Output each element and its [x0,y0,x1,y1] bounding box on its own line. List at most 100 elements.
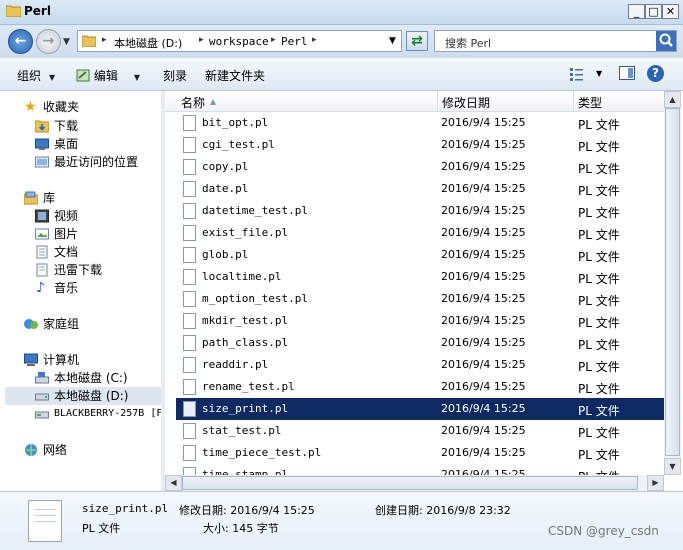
help-icon[interactable]: ? [647,65,664,82]
file-type: PL 文件 [578,316,620,330]
column-divider[interactable] [573,91,574,111]
chevron-right-icon[interactable]: ▸ [199,35,204,45]
search-button[interactable] [656,31,676,51]
file-icon [183,423,196,439]
folder-icon [6,5,21,17]
table-row[interactable]: exist_file.pl 2016/9/4 15:25 PL 文件 [176,222,664,244]
file-type: PL 文件 [578,162,620,176]
details-filename: size_print.pl [82,502,169,515]
table-row[interactable]: glob.pl 2016/9/4 15:25 PL 文件 [176,244,664,266]
address-bar[interactable]: ▸ 本地磁盘 (D:) ▸ workspace ▸ Perl ▸ ▼ [77,30,402,52]
view-options-icon[interactable] [569,67,585,81]
close-button[interactable]: ✕ [662,4,679,19]
scroll-up-arrow[interactable]: ▲ [664,91,681,108]
column-type[interactable]: 类型 [578,94,602,111]
preview-pane-icon[interactable] [619,66,635,80]
burn-button[interactable]: 刻录 [163,67,187,84]
nav-drive-d[interactable]: 本地磁盘 (D:) [5,387,161,405]
scrollbar-thumb[interactable] [665,108,680,456]
column-divider[interactable] [437,91,438,111]
details-created: 创建日期: 2016/9/8 23:32 [375,504,511,517]
chevron-right-icon[interactable]: ▸ [102,35,107,45]
file-name: stat_test.pl [202,424,282,437]
file-icon [183,467,196,475]
table-row[interactable]: time_stamp.pl 2016/9/4 15:25 PL 文件 [176,464,664,475]
new-folder-button[interactable]: 新建文件夹 [205,67,265,84]
horizontal-scrollbar[interactable]: ◀ ▶ [165,475,664,491]
file-modified: 2016/9/4 15:25 [441,446,526,459]
file-name: glob.pl [202,248,249,261]
file-icon [183,115,196,131]
file-modified: 2016/9/4 15:25 [441,248,526,261]
forward-button[interactable]: → [36,29,61,54]
table-row[interactable]: cgi_test.pl 2016/9/4 15:25 PL 文件 [176,134,664,156]
documents-icon [36,263,48,277]
scrollbar-thumb[interactable] [182,476,638,490]
details-type: PL 文件 [82,522,121,535]
organize-button[interactable]: 组织 ▼ [17,67,55,84]
system-drive-icon [35,372,49,384]
file-name: exist_file.pl [202,226,289,239]
file-icon [183,313,196,329]
details-pane: size_print.pl 修改日期: 2016/9/4 15:25 创建日期:… [0,491,683,550]
table-row[interactable]: stat_test.pl 2016/9/4 15:25 PL 文件 [176,420,664,442]
scroll-down-arrow[interactable]: ▼ [664,458,681,475]
column-header: 名称 ▲ 修改日期 类型 [165,91,664,112]
file-icon [183,401,196,417]
scroll-left-arrow[interactable]: ◀ [165,475,182,491]
pictures-icon [35,228,49,240]
refresh-button[interactable]: ⇄ [406,31,428,51]
file-modified: 2016/9/4 15:25 [441,160,526,173]
file-name: bit_opt.pl [202,116,269,129]
column-modified[interactable]: 修改日期 [442,94,490,111]
address-row: ← → ▼ ▸ 本地磁盘 (D:) ▸ workspace ▸ Perl ▸ ▼… [0,25,683,58]
table-row[interactable]: copy.pl 2016/9/4 15:25 PL 文件 [176,156,664,178]
table-row[interactable]: localtime.pl 2016/9/4 15:25 PL 文件 [176,266,664,288]
file-type: PL 文件 [578,206,620,220]
file-name: time_piece_test.pl [202,446,322,459]
chevron-right-icon[interactable]: ▸ [271,35,276,45]
sort-ascending-icon: ▲ [210,97,217,106]
edit-button[interactable]: 编辑 ▼ [76,67,140,84]
table-row[interactable]: date.pl 2016/9/4 15:25 PL 文件 [176,178,664,200]
table-row[interactable]: size_print.pl 2016/9/4 15:25 PL 文件 [176,398,664,420]
column-name[interactable]: 名称 [181,94,205,111]
minimize-button[interactable]: _ [628,4,645,19]
maximize-button[interactable]: □ [645,4,662,19]
file-icon [183,335,196,351]
file-modified: 2016/9/4 15:25 [441,182,526,195]
table-row[interactable]: time_piece_test.pl 2016/9/4 15:25 PL 文件 [176,442,664,464]
video-icon [35,209,49,223]
breadcrumb-drive[interactable]: 本地磁盘 (D:) [114,35,182,51]
chevron-right-icon[interactable]: ▸ [312,35,317,45]
table-row[interactable]: datetime_test.pl 2016/9/4 15:25 PL 文件 [176,200,664,222]
recent-places-icon [35,156,49,168]
table-row[interactable]: path_class.pl 2016/9/4 15:25 PL 文件 [176,332,664,354]
vertical-scrollbar[interactable]: ▲ ▼ [664,91,681,475]
file-type: PL 文件 [578,272,620,286]
table-row[interactable]: rename_test.pl 2016/9/4 15:25 PL 文件 [176,376,664,398]
file-type: PL 文件 [578,294,620,308]
back-button[interactable]: ← [8,29,33,54]
star-icon: ★ [24,99,37,115]
scroll-right-arrow[interactable]: ▶ [647,475,664,491]
drive-icon [35,393,49,401]
history-dropdown-icon[interactable]: ▼ [63,37,70,47]
table-row[interactable]: readdir.pl 2016/9/4 15:25 PL 文件 [176,354,664,376]
file-name: mkdir_test.pl [202,314,289,327]
window-title: Perl [24,4,51,18]
table-row[interactable]: mkdir_test.pl 2016/9/4 15:25 PL 文件 [176,310,664,332]
breadcrumb-perl[interactable]: Perl [281,35,308,48]
removable-drive-icon [35,411,49,419]
table-row[interactable]: m_option_test.pl 2016/9/4 15:25 PL 文件 [176,288,664,310]
address-dropdown-icon[interactable]: ▼ [389,36,396,46]
file-modified: 2016/9/4 15:25 [441,292,526,305]
file-modified: 2016/9/4 15:25 [441,138,526,151]
file-type: PL 文件 [578,118,620,132]
table-row[interactable]: bit_opt.pl 2016/9/4 15:25 PL 文件 [176,112,664,134]
file-name: path_class.pl [202,336,289,349]
breadcrumb-workspace[interactable]: workspace [209,35,269,48]
chevron-down-icon[interactable]: ▼ [596,69,602,78]
computer-icon [24,353,38,366]
search-input[interactable]: 搜索 Perl [434,30,677,52]
